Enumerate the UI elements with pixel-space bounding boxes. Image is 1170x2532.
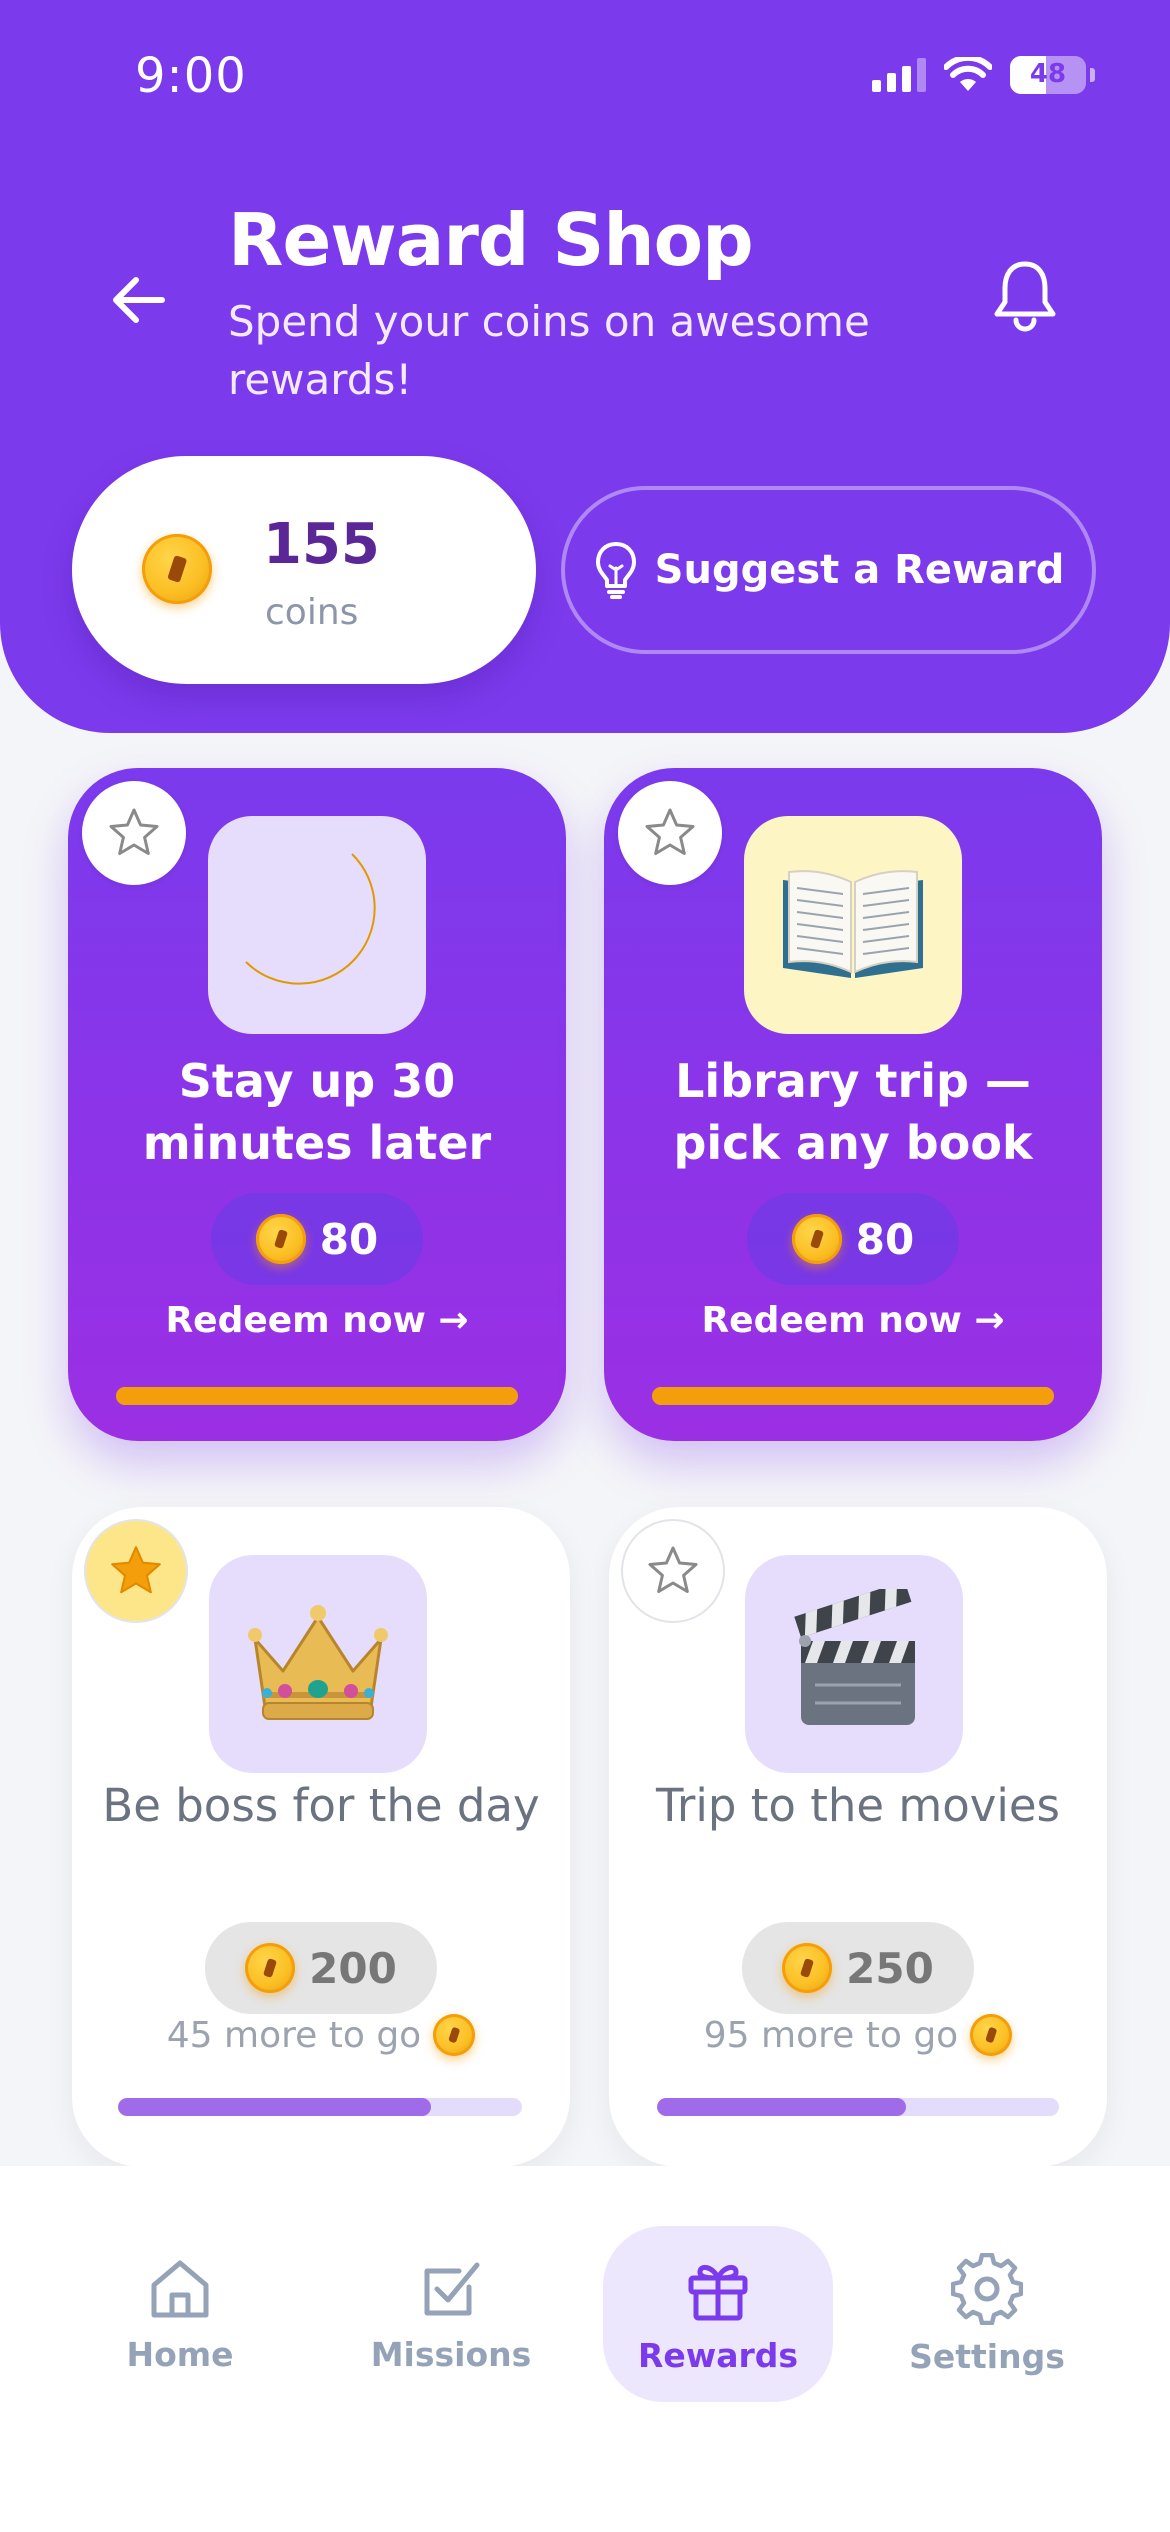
star-filled-icon: [111, 1546, 161, 1594]
coin-icon: [245, 1943, 296, 1993]
reward-price: 80: [747, 1193, 959, 1285]
nav-label: Home: [126, 2334, 234, 2374]
nav-item-settings[interactable]: Settings: [872, 2226, 1102, 2402]
nav-item-missions[interactable]: Missions: [336, 2226, 566, 2402]
coin-icon: [433, 2014, 476, 2056]
reward-price-value: 80: [319, 1214, 379, 1264]
nav-item-home[interactable]: Home: [65, 2226, 295, 2402]
reward-card[interactable]: Library trip — pick any book 80 Redeem n…: [604, 768, 1102, 1441]
coin-balance: 155 coins: [72, 456, 536, 684]
notifications-button[interactable]: [985, 255, 1065, 335]
nav-label: Missions: [370, 2334, 532, 2374]
redeem-button[interactable]: Redeem now →: [68, 1300, 566, 1341]
favorite-button[interactable]: [84, 1519, 188, 1623]
suggest-reward-button[interactable]: Suggest a Reward: [561, 486, 1096, 654]
page-subtitle: Spend your coins on awesome rewards!: [228, 297, 870, 404]
reward-price: 80: [211, 1193, 423, 1285]
gear-icon: [951, 2252, 1023, 2325]
open-book-icon: [783, 870, 923, 978]
nav-item-rewards[interactable]: Rewards: [603, 2226, 833, 2402]
checkbox-icon: [424, 2262, 480, 2315]
progress-bar: [118, 2098, 522, 2116]
star-outline-icon: [645, 808, 695, 855]
status-bar-icons: 48: [872, 56, 1095, 94]
favorite-button[interactable]: [621, 1519, 725, 1623]
remaining-coins: 95 more to go: [609, 2014, 1107, 2056]
reward-price-value: 80: [855, 1214, 915, 1264]
reward-card[interactable]: Trip to the movies 250 95 more to go: [609, 1507, 1107, 2167]
bell-icon: [994, 261, 1056, 332]
star-outline-icon: [109, 808, 159, 855]
reward-price: 200: [205, 1922, 437, 2014]
page-title: Reward Shop: [228, 198, 754, 282]
favorite-button[interactable]: [82, 781, 186, 885]
star-outline-icon: [648, 1546, 698, 1593]
crescent-moon-icon: [245, 853, 376, 985]
nav-label: Settings: [909, 2336, 1065, 2376]
reward-icon-tile: [745, 1555, 963, 1773]
remaining-coins-text: 95 more to go: [703, 2014, 959, 2056]
crown-icon: [248, 1605, 388, 1720]
remaining-coins: 45 more to go: [72, 2014, 570, 2056]
favorite-button[interactable]: [618, 781, 722, 885]
reward-price-value: 250: [846, 1943, 934, 1993]
gift-icon: [688, 2264, 748, 2320]
coin-balance-count: 155: [263, 512, 380, 577]
coin-icon: [791, 1214, 842, 1264]
coin-icon: [255, 1214, 306, 1264]
battery-percent: 48: [1029, 59, 1067, 89]
clapper-board-icon: [794, 1589, 915, 1725]
reward-icon-tile: [744, 816, 962, 1034]
reward-title: Stay up 30 minutes later: [142, 1054, 492, 1170]
reward-icon-tile: [208, 816, 426, 1034]
coin-icon: [782, 1943, 833, 1993]
reward-icon-tile: [209, 1555, 427, 1773]
suggest-reward-label: Suggest a Reward: [654, 547, 1065, 593]
wifi-icon: [944, 57, 992, 91]
back-button[interactable]: [100, 262, 176, 338]
status-time: 9:00: [135, 48, 247, 104]
nav-label: Rewards: [637, 2335, 799, 2375]
reward-price: 250: [742, 1922, 974, 2014]
remaining-coins-text: 45 more to go: [166, 2014, 422, 2056]
bottom-nav: Home Missions Rewards Settings: [0, 2166, 1170, 2532]
reward-card[interactable]: Be boss for the day 200 45 more to go: [72, 1507, 570, 2167]
progress-bar: [652, 1387, 1054, 1405]
coin-icon: [142, 534, 212, 604]
reward-card[interactable]: Stay up 30 minutes later 80 Redeem now →: [68, 768, 566, 1441]
progress-bar: [657, 2098, 1059, 2116]
coin-icon: [970, 2014, 1013, 2056]
home-icon: [151, 2260, 209, 2317]
coin-balance-unit: coins: [265, 592, 359, 633]
battery-icon: 48: [1010, 56, 1086, 94]
reward-title: Trip to the movies: [655, 1779, 1060, 1832]
reward-title: Library trip — pick any book: [673, 1054, 1033, 1170]
signal-icon: [872, 58, 926, 92]
reward-price-value: 200: [309, 1943, 397, 1993]
arrow-left-icon: [113, 277, 165, 323]
header: 9:00 48 Reward Shop Spend your coins on …: [0, 0, 1170, 733]
lightbulb-icon: [595, 542, 636, 599]
reward-title: Be boss for the day: [102, 1779, 540, 1832]
redeem-button[interactable]: Redeem now →: [604, 1300, 1102, 1341]
progress-bar: [116, 1387, 518, 1405]
